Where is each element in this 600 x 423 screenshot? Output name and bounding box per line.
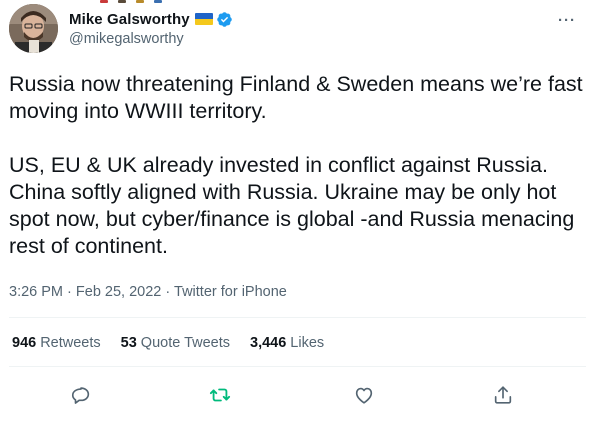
tweet-actions bbox=[0, 384, 600, 408]
reply-button[interactable] bbox=[70, 384, 94, 408]
reply-icon bbox=[71, 387, 90, 404]
divider bbox=[9, 317, 586, 318]
share-icon bbox=[494, 386, 512, 404]
verified-badge-icon bbox=[216, 11, 233, 28]
share-button[interactable] bbox=[492, 384, 516, 408]
quote-tweets-stat[interactable]: 53 Quote Tweets bbox=[121, 335, 230, 351]
ukraine-flag-icon bbox=[194, 13, 213, 25]
tweet-time[interactable]: 3:26 PM bbox=[9, 284, 63, 300]
quote-tweets-label: Quote Tweets bbox=[140, 335, 230, 351]
retweet-icon bbox=[209, 388, 231, 402]
avatar-image bbox=[9, 4, 58, 53]
meta-separator: · bbox=[165, 284, 171, 300]
like-icon bbox=[355, 387, 373, 404]
more-options-button[interactable]: ··· bbox=[558, 12, 576, 29]
retweets-stat[interactable]: 946 Retweets bbox=[12, 335, 101, 351]
author-name-row[interactable]: Mike Galsworthy bbox=[69, 9, 233, 29]
tweet-date[interactable]: Feb 25, 2022 bbox=[76, 284, 161, 300]
tweet-meta: 3:26 PM · Feb 25, 2022 · Twitter for iPh… bbox=[9, 284, 287, 300]
tweet-source[interactable]: Twitter for iPhone bbox=[174, 284, 287, 300]
likes-count: 3,446 bbox=[250, 335, 287, 351]
tweet-stats: 946 Retweets 53 Quote Tweets 3,446 Likes bbox=[12, 335, 344, 351]
author-handle[interactable]: @mikegalsworthy bbox=[69, 31, 184, 47]
retweets-count: 946 bbox=[12, 335, 37, 351]
author-display-name[interactable]: Mike Galsworthy bbox=[69, 11, 190, 28]
retweets-label: Retweets bbox=[40, 335, 101, 351]
retweet-button[interactable] bbox=[209, 384, 233, 408]
meta-separator: · bbox=[67, 284, 72, 300]
previous-tweet-edge bbox=[100, 0, 180, 4]
avatar[interactable] bbox=[9, 4, 58, 53]
like-button[interactable] bbox=[353, 384, 377, 408]
likes-label: Likes bbox=[290, 335, 325, 351]
divider bbox=[9, 366, 586, 367]
tweet-text: Russia now threatening Finland & Sweden … bbox=[9, 72, 583, 258]
likes-stat[interactable]: 3,446 Likes bbox=[250, 335, 324, 351]
quote-tweets-count: 53 bbox=[120, 335, 137, 351]
